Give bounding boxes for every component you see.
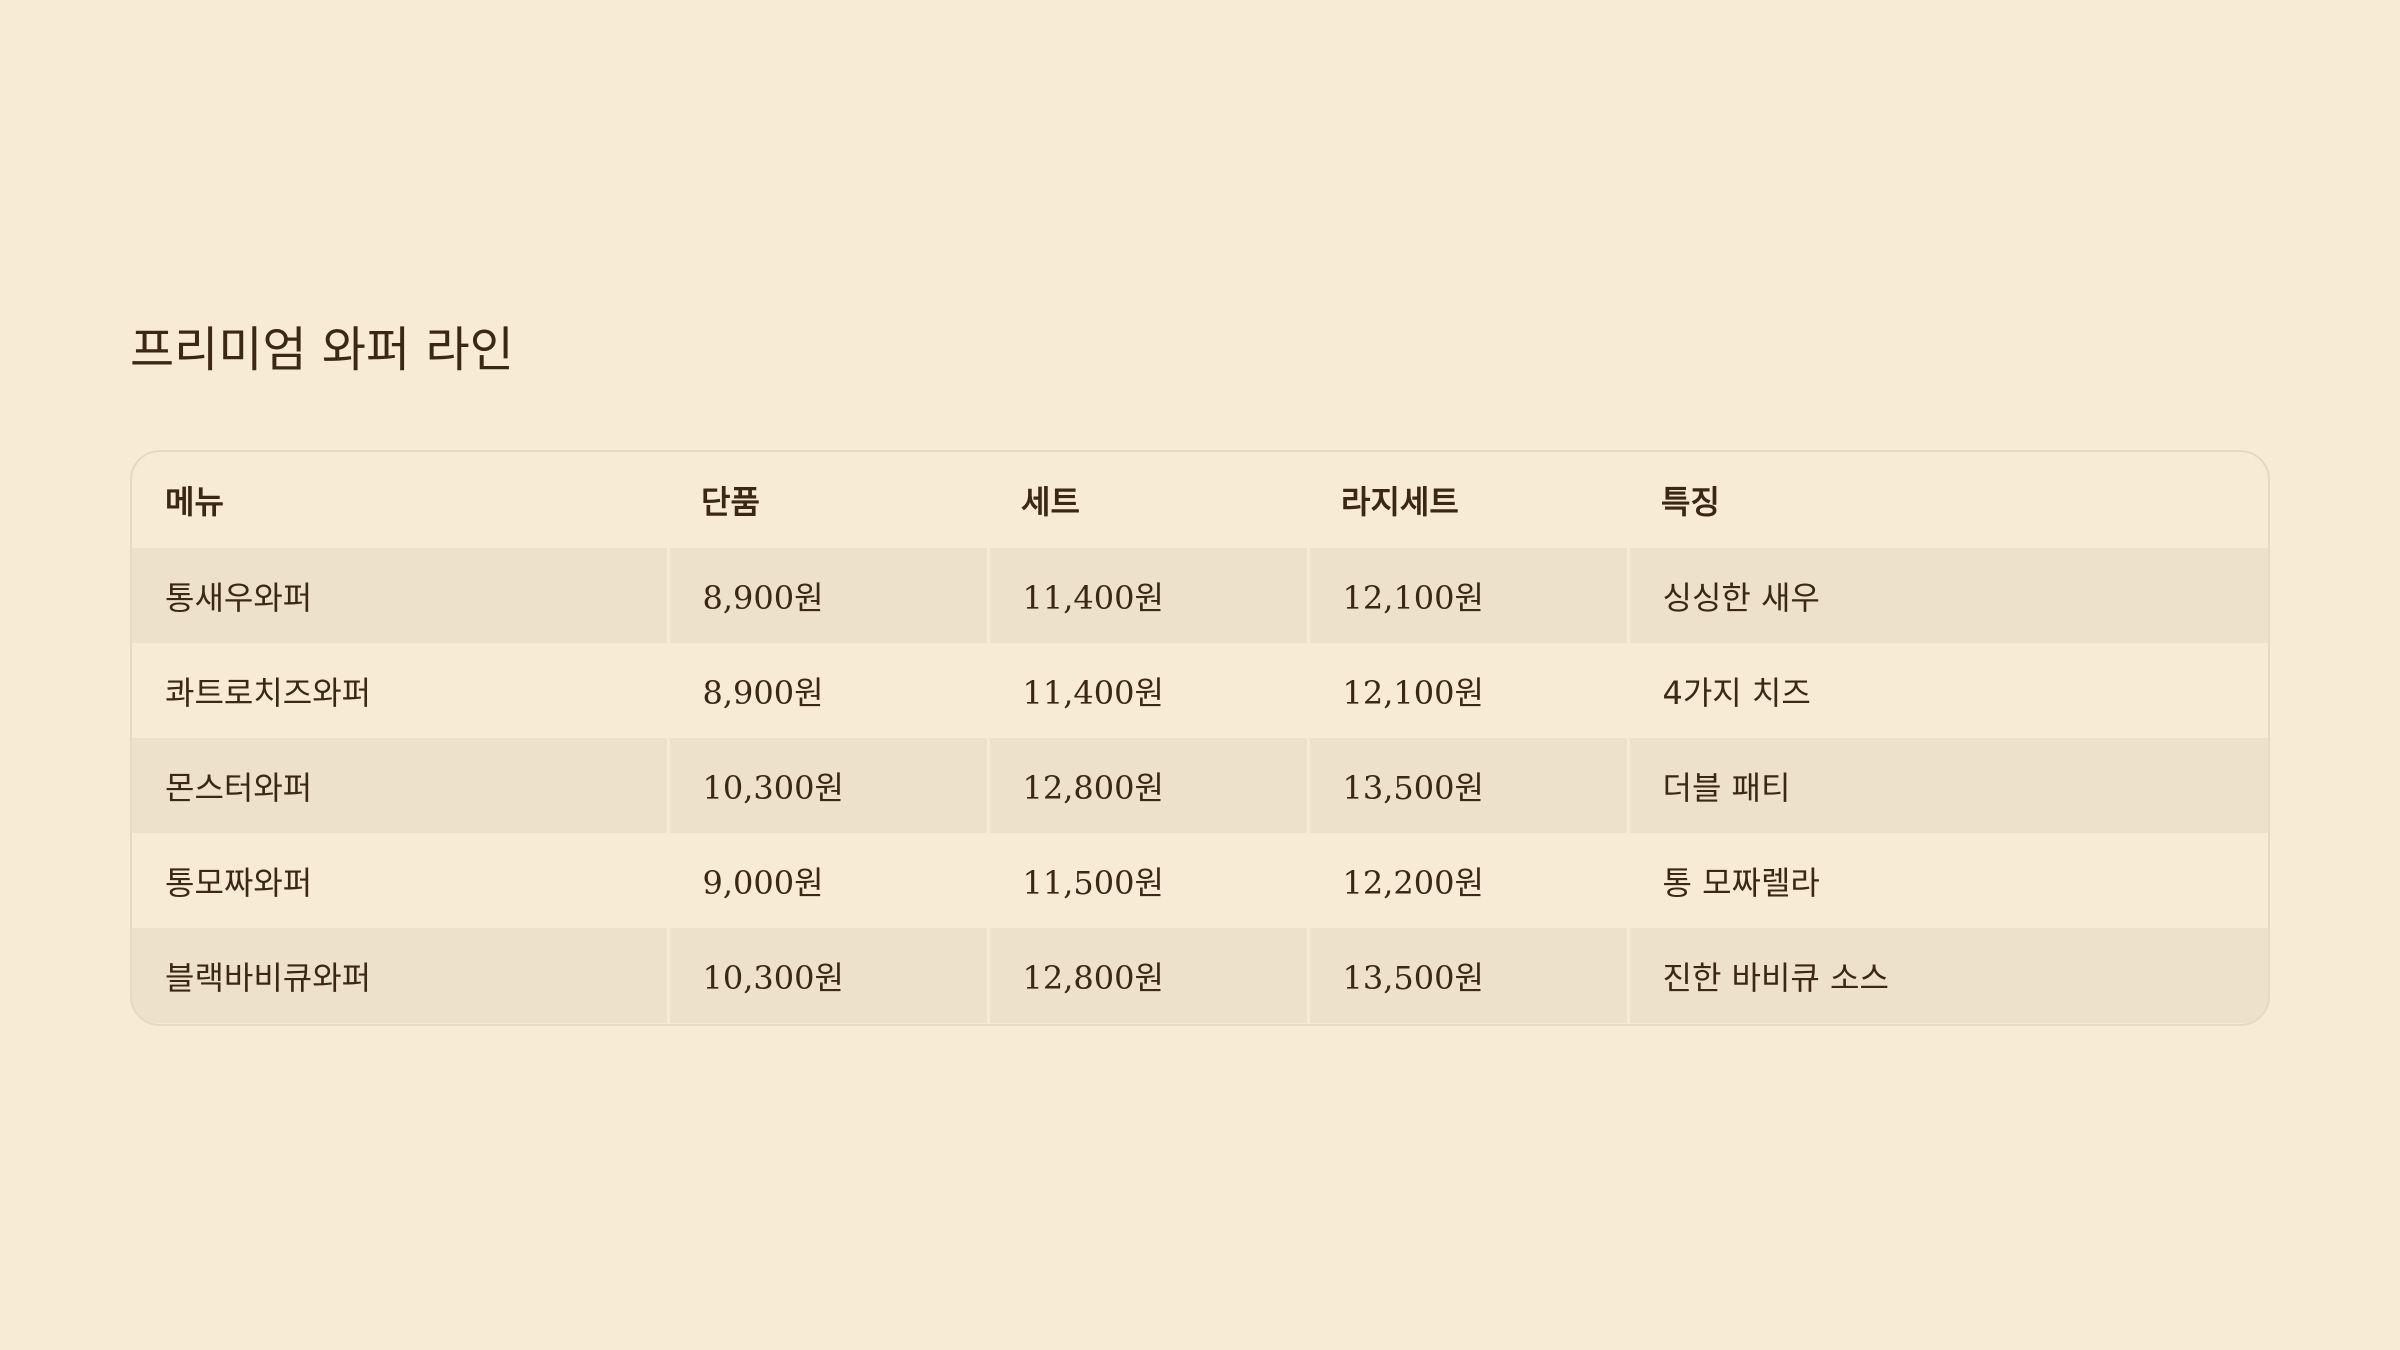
set-price-cell: 11,500원 [986,833,1308,928]
menu-price-table: 메뉴 단품 세트 라지세트 특징 통새우와퍼 8,900원 11,400원 12… [130,450,2270,1026]
feature-cell: 싱싱한 새우 [1626,548,2268,643]
menu-name-cell: 콰트로치즈와퍼 [132,643,668,738]
table-row: 블랙바비큐와퍼 10,300원 12,800원 13,500원 진한 바비큐 소… [132,928,2268,1023]
table-row: 통새우와퍼 8,900원 11,400원 12,100원 싱싱한 새우 [132,548,2268,643]
large-set-price-cell: 13,500원 [1306,738,1628,833]
set-price-cell: 12,800원 [986,928,1308,1023]
feature-cell: 4가지 치즈 [1626,643,2268,738]
menu-name-cell: 블랙바비큐와퍼 [132,928,668,1023]
large-set-price-cell: 13,500원 [1306,928,1628,1023]
menu-name-cell: 몬스터와퍼 [132,738,668,833]
set-price-cell: 11,400원 [986,643,1308,738]
table-row: 통모짜와퍼 9,000원 11,500원 12,200원 통 모짜렐라 [132,833,2268,928]
single-price-cell: 10,300원 [666,738,988,833]
table-row: 콰트로치즈와퍼 8,900원 11,400원 12,100원 4가지 치즈 [132,643,2268,738]
column-header-large-set: 라지세트 [1341,483,1459,521]
column-header-set: 세트 [1021,483,1080,521]
table-header-row: 메뉴 단품 세트 라지세트 특징 [132,452,2268,548]
column-header-single: 단품 [701,483,760,521]
feature-cell: 통 모짜렐라 [1626,833,2268,928]
feature-cell: 더블 패티 [1626,738,2268,833]
set-price-cell: 11,400원 [986,548,1308,643]
large-set-price-cell: 12,100원 [1306,548,1628,643]
menu-name-cell: 통모짜와퍼 [132,833,668,928]
table-row: 몬스터와퍼 10,300원 12,800원 13,500원 더블 패티 [132,738,2268,833]
column-header-menu: 메뉴 [165,483,224,521]
single-price-cell: 8,900원 [666,548,988,643]
large-set-price-cell: 12,200원 [1306,833,1628,928]
single-price-cell: 8,900원 [666,643,988,738]
menu-name-cell: 통새우와퍼 [132,548,668,643]
page-title: 프리미엄 와퍼 라인 [130,322,514,378]
large-set-price-cell: 12,100원 [1306,643,1628,738]
set-price-cell: 12,800원 [986,738,1308,833]
feature-cell: 진한 바비큐 소스 [1626,928,2268,1023]
single-price-cell: 9,000원 [666,833,988,928]
single-price-cell: 10,300원 [666,928,988,1023]
column-header-feature: 특징 [1661,483,1720,521]
